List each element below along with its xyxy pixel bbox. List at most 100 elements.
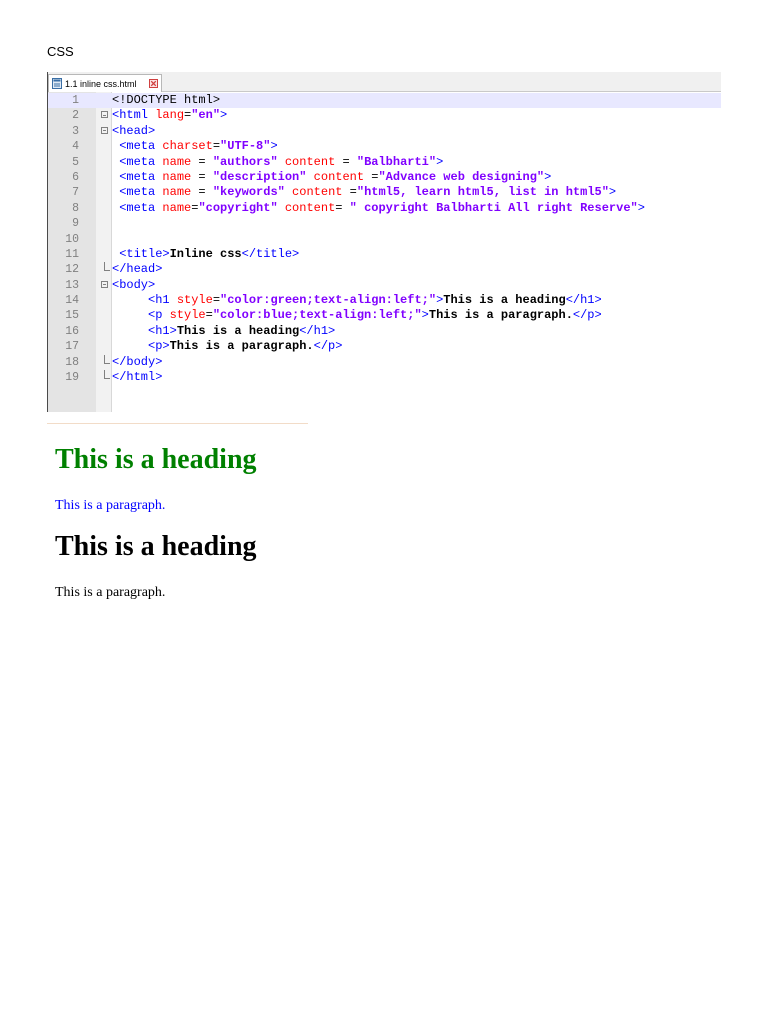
code-token: " copyright Balbharti All right Reserve"	[349, 200, 638, 215]
code-line[interactable]: 13 <body>	[48, 278, 721, 293]
code-text: </head>	[112, 262, 162, 277]
code-token: =	[335, 154, 357, 169]
line-number: 12	[65, 263, 79, 277]
code-token: style	[176, 293, 213, 308]
code-token: </h1>	[299, 323, 336, 338]
code-token: "Advance web designing"	[378, 169, 545, 184]
code-editor[interactable]: 1.1 inline css.html 1 <!DOCTYPE html> 2 <ht…	[47, 72, 721, 412]
code-token: <p	[112, 308, 170, 323]
line-number: 7	[72, 186, 79, 200]
code-token: "UTF-8"	[220, 139, 271, 154]
code-text: <title>Inline css</title>	[112, 247, 299, 262]
code-text: <head>	[112, 124, 155, 139]
code-token: <meta	[112, 200, 163, 215]
close-icon[interactable]	[149, 79, 158, 88]
line-number: 5	[72, 155, 79, 169]
code-token: =	[335, 200, 350, 215]
code-token: name	[162, 154, 192, 169]
code-token: <html	[112, 108, 156, 123]
code-line[interactable]: 17 <p>This is a paragraph.</p>	[48, 339, 721, 354]
code-token: <p>	[112, 339, 170, 354]
code-token: name	[162, 169, 192, 184]
code-text: <meta name = "authors" content = "Balbha…	[112, 155, 443, 170]
line-number: 16	[65, 324, 79, 338]
line-number: 1	[72, 94, 79, 107]
code-token: <title>	[112, 246, 170, 261]
code-token: This is a heading	[176, 323, 300, 338]
code-line[interactable]: 19 </html>	[48, 370, 721, 385]
code-token: "html5, learn html5, list in html5"	[356, 185, 609, 200]
code-token: This is a heading	[443, 293, 566, 308]
code-token: =	[205, 308, 213, 323]
code-token: <h1	[112, 293, 177, 308]
code-line[interactable]: 9	[48, 216, 721, 231]
fold-toggle-icon[interactable]	[101, 280, 108, 288]
code-token: "authors"	[212, 154, 278, 169]
code-line[interactable]: 3 <head>	[48, 124, 721, 139]
code-token: style	[169, 308, 206, 323]
code-token: </html>	[112, 370, 163, 385]
code-text: <meta name = "keywords" content ="html5,…	[112, 185, 616, 200]
line-number: 14	[65, 294, 79, 308]
tab-label: 1.1 inline css.html	[65, 78, 137, 89]
code-line[interactable]: 5 <meta name = "authors" content = "Balb…	[48, 155, 721, 170]
code-token: "description"	[212, 169, 307, 184]
code-token: "color:green;text-align:left;"	[220, 293, 437, 308]
code-token: =	[191, 154, 213, 169]
code-token: content	[284, 185, 343, 200]
code-token: >	[608, 185, 617, 200]
code-token: <!DOCTYPE html>	[112, 93, 221, 107]
code-token: >	[637, 200, 645, 215]
code-token: >	[436, 154, 444, 169]
code-token: </body>	[112, 354, 163, 369]
code-token: "Balbharti"	[356, 154, 437, 169]
code-line[interactable]: 18 </body>	[48, 354, 721, 370]
code-token: content	[277, 154, 336, 169]
line-number: 4	[72, 140, 79, 154]
preview-paragraph-blue: This is a paragraph.	[55, 498, 166, 513]
preview-heading-green: This is a heading	[55, 444, 257, 475]
code-token: >	[421, 308, 429, 323]
code-token: content	[306, 169, 365, 184]
code-token: name	[162, 185, 192, 200]
line-number: 8	[72, 201, 79, 215]
code-line[interactable]: 16 <h1>This is a heading</h1>	[48, 324, 721, 339]
line-number: 19	[65, 371, 79, 385]
code-token: >	[270, 139, 278, 154]
code-token: <meta	[112, 139, 163, 154]
code-token: This is a paragraph.	[169, 339, 314, 354]
code-line[interactable]: 14 <h1 style="color:green;text-align:lef…	[48, 293, 721, 308]
code-line[interactable]: 7 <meta name = "keywords" content ="html…	[48, 185, 721, 200]
code-text: <meta name="copyright" content= " copyri…	[112, 201, 645, 216]
fold-end-icon	[104, 262, 110, 272]
code-token: </p>	[572, 308, 602, 323]
tab-file[interactable]: 1.1 inline css.html	[48, 74, 162, 92]
code-token: <meta	[112, 154, 163, 169]
code-token: name	[162, 200, 192, 215]
line-number: 11	[65, 247, 79, 261]
code-text: <!DOCTYPE html>	[112, 93, 220, 108]
code-line[interactable]: 2 <html lang="en">	[48, 108, 721, 123]
code-text: <meta charset="UTF-8">	[112, 139, 278, 154]
code-text: <body>	[112, 278, 155, 293]
code-line[interactable]: 8 <meta name="copyright" content= " copy…	[48, 201, 721, 216]
fold-toggle-icon[interactable]	[101, 126, 108, 134]
code-line[interactable]: 15 <p style="color:blue;text-align:left;…	[48, 308, 721, 323]
preview-heading: This is a heading	[55, 531, 257, 562]
code-token: <head>	[112, 123, 156, 138]
code-line[interactable]: 4 <meta charset="UTF-8">	[48, 139, 721, 154]
code-line[interactable]: 10	[48, 232, 721, 247]
code-token: "en"	[191, 108, 221, 123]
rendered-preview: This is a heading This is a paragraph. T…	[55, 440, 257, 602]
code-token: charset	[162, 139, 213, 154]
code-line[interactable]: 1 <!DOCTYPE html>	[48, 93, 721, 109]
fold-toggle-icon[interactable]	[101, 111, 108, 119]
code-line[interactable]: 6 <meta name = "description" content ="A…	[48, 170, 721, 185]
preview-paragraph: This is a paragraph.	[55, 585, 166, 600]
line-number: 18	[65, 355, 79, 369]
code-lines: 1 <!DOCTYPE html> 2 <html lang="en"> 3 <head>…	[48, 93, 721, 385]
code-token: </head>	[112, 262, 163, 277]
code-line[interactable]: 11 <title>Inline css</title>	[48, 247, 721, 262]
code-line[interactable]: 12 </head>	[48, 262, 721, 277]
line-number: 3	[72, 124, 79, 138]
